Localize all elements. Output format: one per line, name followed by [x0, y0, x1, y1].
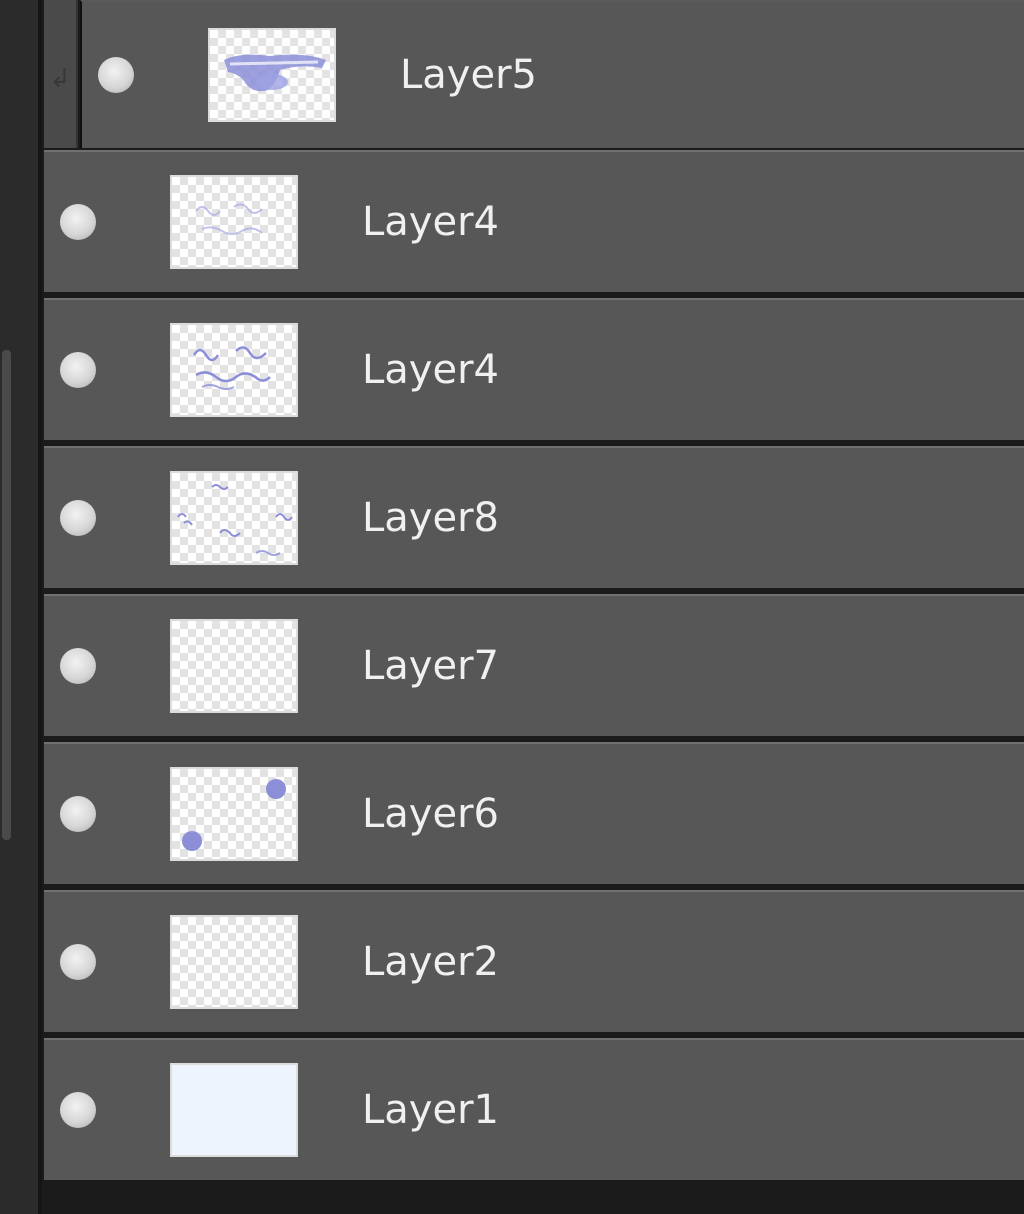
thumb-purple-smudge — [224, 54, 326, 92]
layer-thumbnail — [170, 323, 298, 417]
layer-name[interactable]: Layer2 — [362, 937, 499, 987]
layer-name[interactable]: Layer7 — [362, 641, 499, 691]
layer-row-layer1[interactable]: Layer1 — [44, 1038, 1024, 1180]
layer-row-layer5[interactable]: Layer5 — [80, 0, 1024, 148]
layer-name[interactable]: Layer4 — [362, 345, 499, 395]
clip-arrow-icon: ↲ — [49, 64, 71, 94]
layer-name[interactable]: Layer6 — [362, 789, 499, 839]
thumb-faint-sketch — [195, 203, 263, 235]
layer-list: ↲ Layer5 Layer4 Layer4 Layer8 Layer7 Lay… — [44, 0, 1024, 1214]
layer-thumbnail — [170, 915, 298, 1009]
layer-row-layer2[interactable]: Layer2 — [44, 890, 1024, 1032]
layer-thumbnail — [208, 28, 336, 122]
thumb-scattered-marks — [177, 484, 293, 556]
layer-row-layer7[interactable]: Layer7 — [44, 594, 1024, 736]
visibility-toggle-icon[interactable] — [60, 944, 96, 980]
layers-panel: ↲ Layer5 Layer4 Layer4 Layer8 Layer7 Lay… — [0, 0, 1024, 1214]
thumb-sketch — [192, 346, 271, 390]
layer-name[interactable]: Layer1 — [362, 1085, 499, 1135]
layer-thumbnail — [170, 1063, 298, 1157]
layer-name[interactable]: Layer5 — [400, 50, 537, 100]
panel-left-strip — [0, 0, 40, 1214]
layer-thumbnail — [170, 471, 298, 565]
layer-row-layer8[interactable]: Layer8 — [44, 446, 1024, 588]
visibility-toggle-icon[interactable] — [60, 1092, 96, 1128]
visibility-toggle-icon[interactable] — [60, 500, 96, 536]
layer-thumbnail — [170, 767, 298, 861]
layer-row-layer4[interactable]: Layer4 — [44, 150, 1024, 292]
layer-thumbnail — [170, 619, 298, 713]
layer-name[interactable]: Layer8 — [362, 493, 499, 543]
clip-indicator: ↲ — [44, 0, 78, 148]
visibility-toggle-icon[interactable] — [60, 352, 96, 388]
layer-row-layer6[interactable]: Layer6 — [44, 742, 1024, 884]
layer-name[interactable]: Layer4 — [362, 197, 499, 247]
thumb-two-dots — [182, 779, 286, 851]
visibility-toggle-icon[interactable] — [60, 648, 96, 684]
layer-row-layer4[interactable]: Layer4 — [44, 298, 1024, 440]
visibility-toggle-icon[interactable] — [60, 796, 96, 832]
scrollbar-handle[interactable] — [2, 350, 11, 840]
visibility-toggle-icon[interactable] — [98, 57, 134, 93]
layer-thumbnail — [170, 175, 298, 269]
panel-divider — [38, 0, 42, 1214]
visibility-toggle-icon[interactable] — [60, 204, 96, 240]
